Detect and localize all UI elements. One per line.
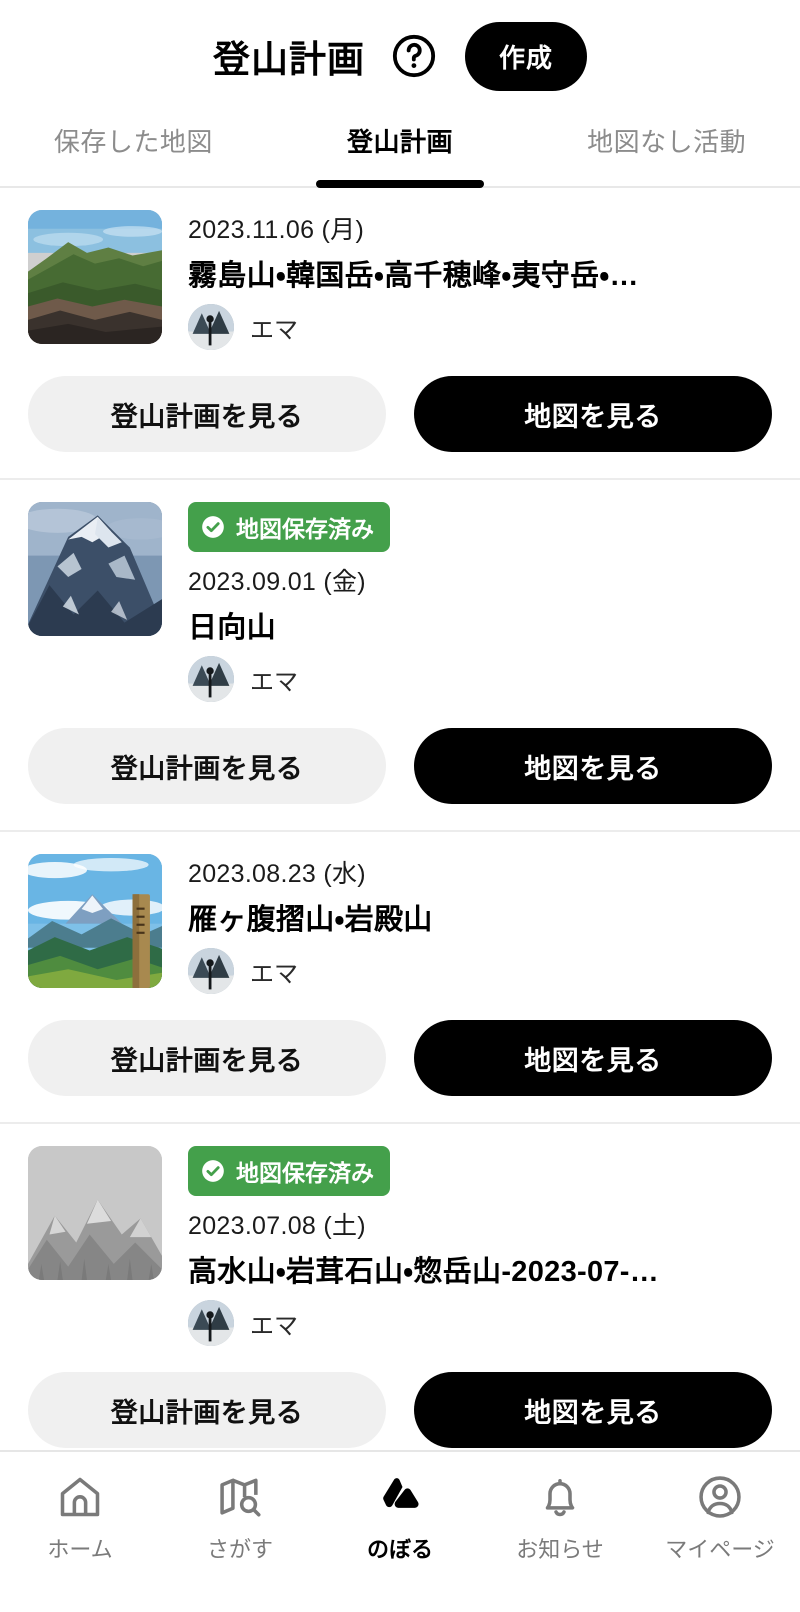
home-icon [55, 1472, 105, 1522]
author-name: エマ [250, 316, 298, 344]
view-map-button[interactable]: 地図を見る [414, 1020, 772, 1096]
avatar[interactable] [188, 304, 234, 350]
card-actions: 登山計画を見る 地図を見る [28, 1372, 772, 1448]
card-header: 地図保存済み 2023.07.08 (土) 高水山・岩茸石山・惣岳山-2023-… [28, 1146, 772, 1346]
status-badge: 地図保存済み [188, 1146, 390, 1196]
card-info: 2023.08.23 (水) 雁ヶ腹摺山・岩殿山 エマ [162, 854, 772, 994]
app-screen: 登山計画 作成 保存した地図 登山計画 地図なし活動 2023.11.06 (月… [0, 0, 800, 1612]
card-header: 地図保存済み 2023.09.01 (金) 日向山 エマ [28, 502, 772, 702]
author-row: エマ [188, 1300, 772, 1346]
list-item[interactable]: 2023.08.23 (水) 雁ヶ腹摺山・岩殿山 エマ 登山計画を見る 地図を見… [0, 832, 800, 1124]
card-actions: 登山計画を見る 地図を見る [28, 1020, 772, 1096]
card-header: 2023.08.23 (水) 雁ヶ腹摺山・岩殿山 エマ [28, 854, 772, 994]
plan-title: 日向山 [188, 612, 276, 644]
nav-item-climb[interactable]: のぼる [320, 1472, 480, 1564]
status-badge: 地図保存済み [188, 502, 390, 552]
avatar[interactable] [188, 656, 234, 702]
plan-title: 高水山・岩茸石山・惣岳山-2023-07-… [188, 1256, 660, 1288]
nav-label: お知らせ [516, 1537, 604, 1562]
tab-saved-maps[interactable]: 保存した地図 [0, 112, 267, 186]
map-search-icon [215, 1472, 265, 1522]
plan-list[interactable]: 2023.11.06 (月) 霧島山・韓国岳・高千穂峰・夷守岳・… エマ 登山計… [0, 188, 800, 1612]
list-item[interactable]: 地図保存済み 2023.07.08 (土) 高水山・岩茸石山・惣岳山-2023-… [0, 1124, 800, 1476]
plan-title: 霧島山・韓国岳・高千穂峰・夷守岳・… [188, 260, 639, 292]
account-circle-icon [695, 1472, 745, 1522]
bottom-navigation: ホーム さがす のぼる お知らせ マイページ [0, 1450, 800, 1612]
check-circle-icon [200, 1158, 226, 1184]
view-plan-button[interactable]: 登山計画を見る [28, 376, 386, 452]
author-name: エマ [250, 1312, 298, 1340]
tab-label: 保存した地図 [53, 127, 213, 157]
tab-label: 登山計画 [347, 127, 454, 157]
status-badge-label: 地図保存済み [236, 516, 374, 542]
page-title: 登山計画 [212, 39, 365, 80]
status-badge-label: 地図保存済み [236, 1160, 374, 1186]
author-name: エマ [250, 668, 298, 696]
nav-item-search[interactable]: さがす [160, 1472, 320, 1564]
tab-label: 地図なし活動 [587, 127, 747, 157]
avatar[interactable] [188, 948, 234, 994]
nav-label: さがす [206, 1537, 273, 1562]
author-row: エマ [188, 656, 772, 702]
plan-date: 2023.09.01 (金) [188, 568, 366, 596]
tab-bar: 保存した地図 登山計画 地図なし活動 [0, 112, 800, 188]
tab-climbing-plans[interactable]: 登山計画 [267, 112, 534, 186]
view-map-button[interactable]: 地図を見る [414, 1372, 772, 1448]
tab-no-map-activities[interactable]: 地図なし活動 [533, 112, 800, 186]
card-actions: 登山計画を見る 地図を見る [28, 376, 772, 452]
create-button[interactable]: 作成 [464, 21, 587, 91]
nav-label: マイページ [665, 1537, 775, 1562]
mountain-logo-icon [375, 1472, 425, 1522]
plan-date: 2023.11.06 (月) [188, 216, 365, 244]
view-plan-button[interactable]: 登山計画を見る [28, 728, 386, 804]
card-header: 2023.11.06 (月) 霧島山・韓国岳・高千穂峰・夷守岳・… エマ [28, 210, 772, 350]
author-name: エマ [250, 960, 298, 988]
avatar[interactable] [188, 1300, 234, 1346]
bell-icon [535, 1472, 585, 1522]
author-row: エマ [188, 304, 772, 350]
nav-label: ホーム [47, 1537, 113, 1562]
view-plan-button[interactable]: 登山計画を見る [28, 1372, 386, 1448]
list-item[interactable]: 地図保存済み 2023.09.01 (金) 日向山 エマ 登山計画を見る 地図を… [0, 480, 800, 832]
app-header: 登山計画 作成 [0, 0, 800, 112]
card-info: 地図保存済み 2023.07.08 (土) 高水山・岩茸石山・惣岳山-2023-… [162, 1146, 772, 1346]
plan-date: 2023.08.23 (水) [188, 860, 366, 888]
nav-item-notifications[interactable]: お知らせ [480, 1472, 640, 1564]
plan-date: 2023.07.08 (土) [188, 1212, 366, 1240]
plan-title: 雁ヶ腹摺山・岩殿山 [188, 904, 433, 936]
plan-thumbnail[interactable] [28, 854, 162, 988]
plan-thumbnail[interactable] [28, 502, 162, 636]
list-item[interactable]: 2023.11.06 (月) 霧島山・韓国岳・高千穂峰・夷守岳・… エマ 登山計… [0, 188, 800, 480]
view-map-button[interactable]: 地図を見る [414, 728, 772, 804]
nav-label: のぼる [366, 1537, 433, 1562]
check-circle-icon [200, 514, 226, 540]
card-info: 2023.11.06 (月) 霧島山・韓国岳・高千穂峰・夷守岳・… エマ [162, 210, 772, 350]
plan-thumbnail[interactable] [28, 210, 162, 344]
author-row: エマ [188, 948, 772, 994]
card-actions: 登山計画を見る 地図を見る [28, 728, 772, 804]
plan-thumbnail-placeholder[interactable] [28, 1146, 162, 1280]
nav-item-home[interactable]: ホーム [0, 1472, 160, 1564]
nav-item-mypage[interactable]: マイページ [640, 1472, 800, 1564]
view-map-button[interactable]: 地図を見る [414, 376, 772, 452]
view-plan-button[interactable]: 登山計画を見る [28, 1020, 386, 1096]
question-circle-icon[interactable] [391, 33, 437, 79]
card-info: 地図保存済み 2023.09.01 (金) 日向山 エマ [162, 502, 772, 702]
